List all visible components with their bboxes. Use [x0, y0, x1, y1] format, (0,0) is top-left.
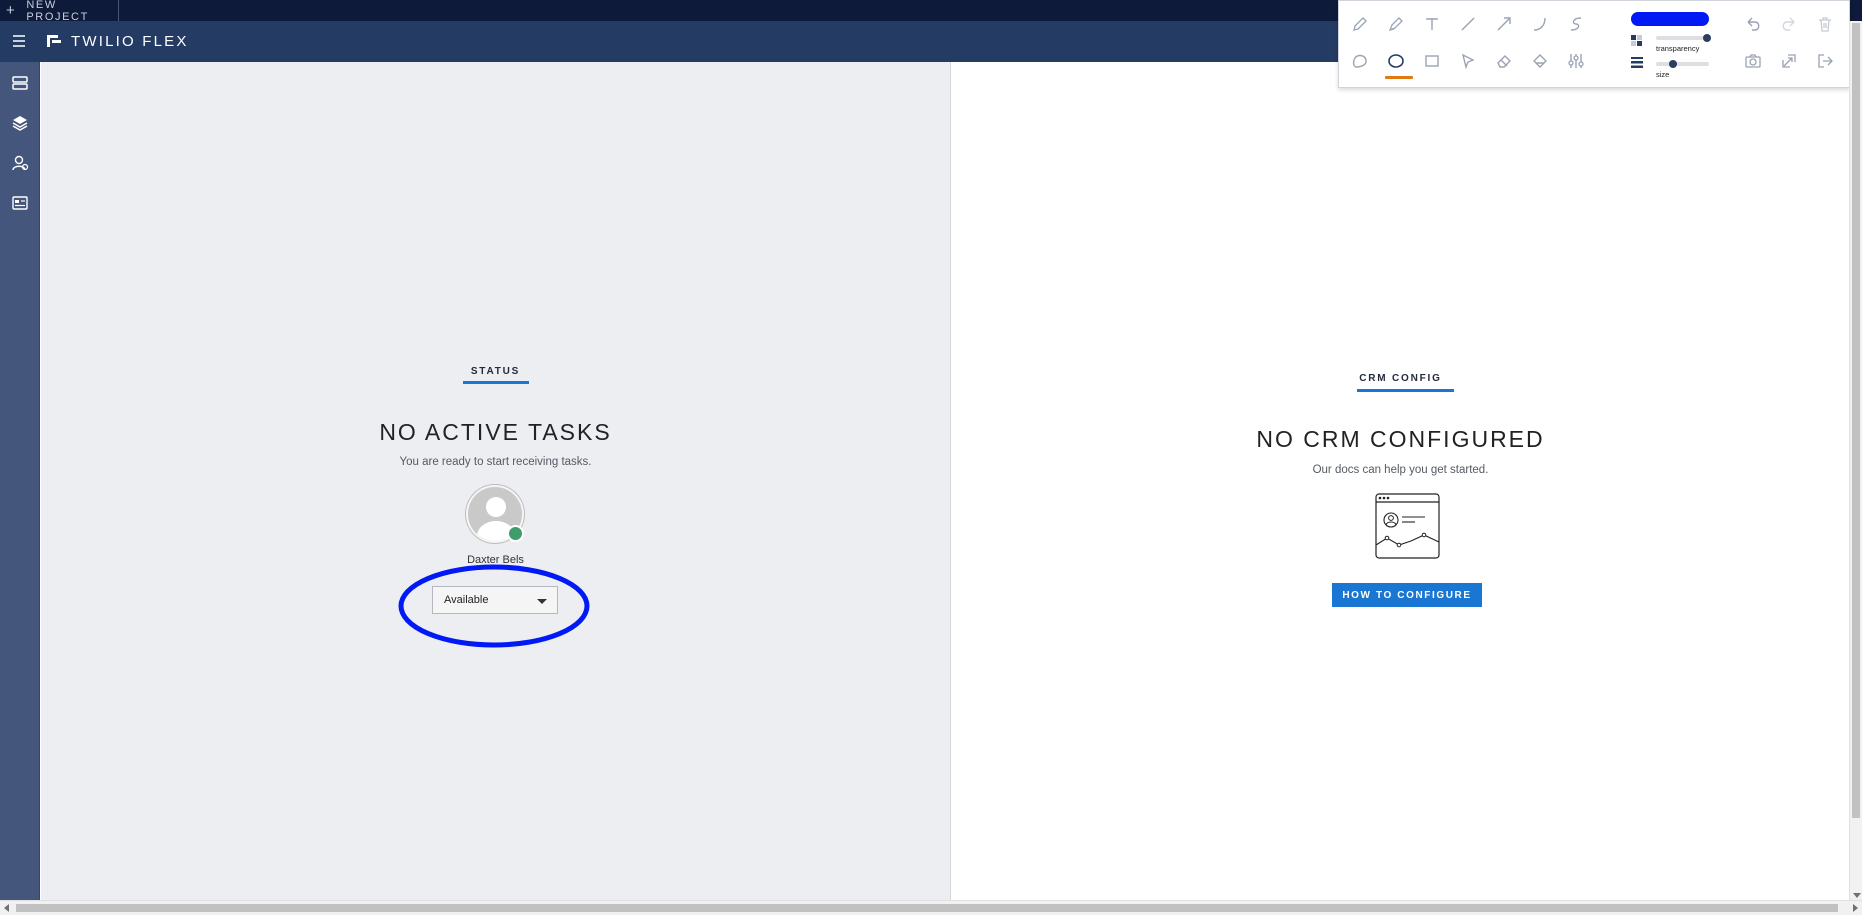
- curve-icon: [1533, 17, 1546, 31]
- nav-item-teams[interactable]: [9, 152, 31, 174]
- how-to-configure-button[interactable]: HOW TO CONFIGURE: [1332, 583, 1482, 607]
- side-navigation: [0, 62, 40, 900]
- layers-icon: [12, 116, 28, 131]
- new-project-button[interactable]: + NEW PROJECT: [0, 0, 119, 23]
- nav-item-agent-desktop[interactable]: [9, 112, 31, 134]
- line-tool[interactable]: [1457, 13, 1479, 35]
- camera-icon: [1745, 54, 1761, 68]
- vertical-scrollbar-thumb[interactable]: [1852, 23, 1860, 818]
- undo-button[interactable]: [1742, 13, 1764, 35]
- capture-region-button[interactable]: [1778, 50, 1800, 72]
- ellipse-tool[interactable]: [1385, 50, 1407, 72]
- trash-icon: [1819, 17, 1831, 32]
- fill-tool[interactable]: [1529, 50, 1551, 72]
- selected-tool-indicator: [1385, 76, 1413, 79]
- eraser-icon: [1497, 55, 1511, 68]
- app-root: + NEW PROJECT TWILIO FLEX STATUS NO ACTI…: [0, 0, 1862, 915]
- lasso-tool[interactable]: [1349, 50, 1371, 72]
- size-label: size: [1656, 70, 1670, 79]
- text-tool[interactable]: [1421, 13, 1443, 35]
- exit-icon: [1818, 54, 1833, 68]
- marker-tool[interactable]: [1385, 13, 1407, 35]
- tab-crm-underline: [1357, 389, 1454, 392]
- crm-panel: CRM CONFIG NO CRM CONFIGURED Our docs ca…: [952, 62, 1849, 900]
- size-slider-handle[interactable]: [1669, 60, 1677, 68]
- color-picker-swatch[interactable]: [1631, 12, 1709, 26]
- presence-indicator: [507, 525, 524, 542]
- freehand-icon: [1570, 17, 1582, 31]
- horizontal-scrollbar-thumb[interactable]: [16, 904, 1838, 912]
- tab-status-underline: [463, 381, 529, 384]
- transparency-icon: [1631, 35, 1642, 46]
- scroll-down-arrow-icon[interactable]: [1853, 893, 1861, 898]
- marker-icon: [1388, 17, 1403, 32]
- eraser-tool[interactable]: [1493, 50, 1515, 72]
- transparency-slider[interactable]: [1656, 36, 1709, 40]
- transparency-slider-handle[interactable]: [1703, 34, 1711, 42]
- status-panel: STATUS NO ACTIVE TASKS You are ready to …: [41, 62, 951, 900]
- exit-button[interactable]: [1814, 50, 1836, 72]
- annotation-ellipse: [398, 564, 590, 648]
- dashboard-icon: [12, 196, 28, 210]
- line-icon: [1461, 17, 1475, 31]
- no-active-tasks-heading: NO ACTIVE TASKS: [379, 419, 612, 445]
- fill-icon: [1533, 54, 1547, 68]
- line-size-icon: [1631, 57, 1643, 68]
- hamburger-menu-icon[interactable]: [13, 35, 25, 47]
- queues-icon: [12, 76, 28, 90]
- teams-icon: [12, 155, 29, 171]
- activity-selected-value: Available: [444, 594, 489, 606]
- annotation-toolbar: transparency size: [1338, 0, 1850, 88]
- plus-icon: +: [6, 2, 17, 19]
- pencil-tool[interactable]: [1349, 13, 1371, 35]
- nav-item-queues[interactable]: [9, 72, 31, 94]
- crm-browser-illustration-icon: [1375, 493, 1440, 559]
- text-icon: [1426, 18, 1438, 30]
- rectangle-tool[interactable]: [1421, 50, 1443, 72]
- vertical-scrollbar[interactable]: [1849, 21, 1862, 900]
- freehand-tool[interactable]: [1565, 13, 1587, 35]
- twilio-flex-logo-icon: [47, 35, 61, 47]
- horizontal-scrollbar[interactable]: [0, 900, 1862, 915]
- ready-message: You are ready to start receiving tasks.: [399, 456, 592, 468]
- pointer-tool[interactable]: [1457, 50, 1479, 72]
- brand-title: TWILIO FLEX: [71, 33, 189, 50]
- scroll-right-arrow-icon[interactable]: [1853, 904, 1858, 912]
- ellipse-icon: [1388, 54, 1404, 68]
- arrow-icon: [1497, 17, 1511, 31]
- no-crm-heading: NO CRM CONFIGURED: [1256, 426, 1545, 452]
- undo-icon: [1747, 17, 1760, 31]
- nav-item-dashboards[interactable]: [9, 192, 31, 214]
- size-slider[interactable]: [1656, 62, 1709, 66]
- pointer-icon: [1461, 53, 1475, 70]
- rectangle-icon: [1425, 55, 1439, 67]
- curve-tool[interactable]: [1529, 13, 1551, 35]
- new-project-label: NEW PROJECT: [26, 0, 89, 23]
- crm-docs-message: Our docs can help you get started.: [1312, 464, 1489, 476]
- tab-status[interactable]: STATUS: [41, 366, 950, 377]
- redo-button[interactable]: [1778, 13, 1800, 35]
- redo-icon: [1782, 17, 1795, 31]
- arrow-tool[interactable]: [1493, 13, 1515, 35]
- chevron-down-icon: [537, 599, 547, 604]
- clear-button[interactable]: [1814, 13, 1836, 35]
- transparency-label: transparency: [1656, 44, 1700, 53]
- screenshot-button[interactable]: [1742, 50, 1764, 72]
- lasso-icon: [1352, 54, 1367, 68]
- scroll-left-arrow-icon[interactable]: [4, 904, 9, 912]
- pencil-icon: [1353, 17, 1367, 31]
- settings-tool[interactable]: [1565, 50, 1587, 72]
- settings-sliders-icon: [1568, 54, 1584, 68]
- agent-name: Daxter Bels: [467, 554, 524, 566]
- tab-crm-config[interactable]: CRM CONFIG: [952, 373, 1849, 384]
- capture-region-icon: [1782, 54, 1796, 68]
- activity-dropdown[interactable]: Available: [432, 586, 558, 614]
